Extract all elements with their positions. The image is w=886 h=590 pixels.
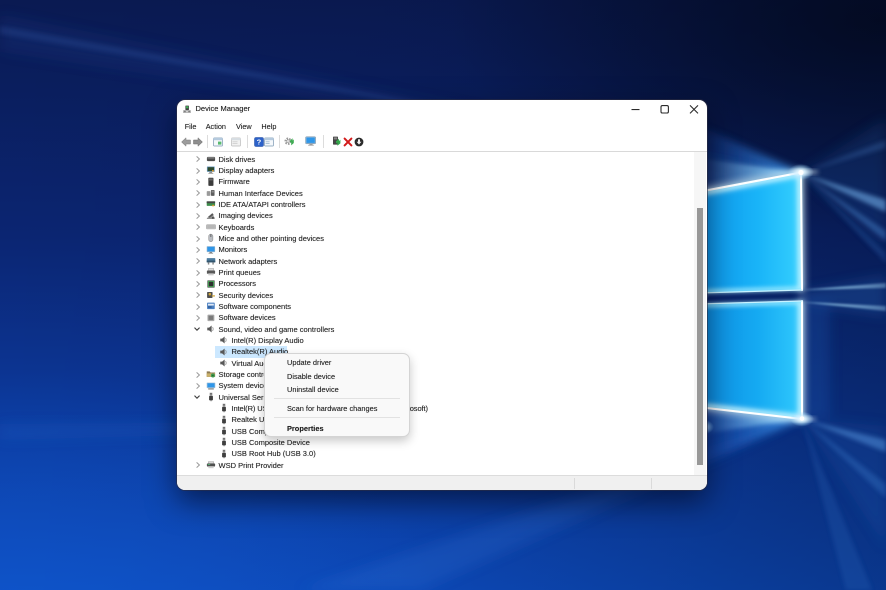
- svg-text:?: ?: [256, 137, 261, 146]
